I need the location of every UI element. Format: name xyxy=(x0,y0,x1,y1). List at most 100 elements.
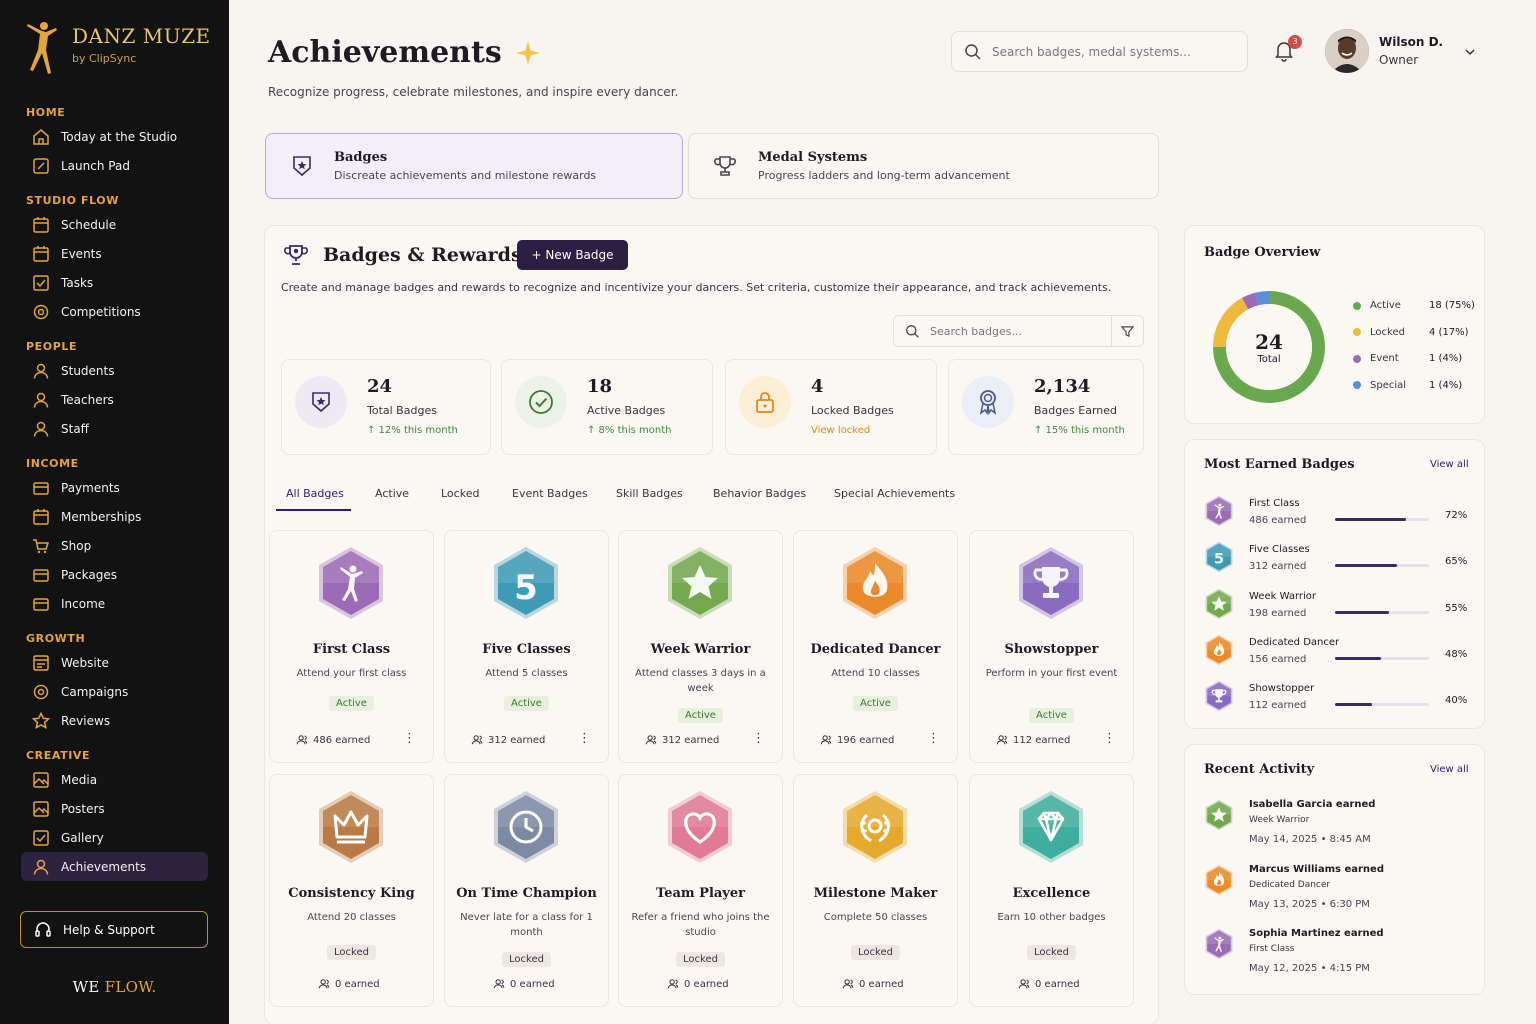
sidebar-item-website[interactable]: Website xyxy=(21,648,208,677)
badge-card-consistency-king[interactable]: Consistency King Attend 20 classes Locke… xyxy=(269,774,434,1007)
sidebar-item-tasks[interactable]: Tasks xyxy=(21,268,208,297)
badge-card-first-class[interactable]: First Class Attend your first class Acti… xyxy=(269,530,434,763)
filter-tab-all[interactable]: All Badges xyxy=(286,487,344,500)
sidebar-item-achievements[interactable]: Achievements xyxy=(21,852,208,881)
activity-item[interactable]: Sophia Martinez earned First Class May 1… xyxy=(1203,928,1473,988)
most-earned-percent: 40% xyxy=(1445,695,1468,707)
sidebar-item-teachers[interactable]: Teachers xyxy=(21,385,208,414)
most-earned-row[interactable]: Dedicated Dancer 156 earned 48% xyxy=(1203,634,1473,674)
badge-card-five-classes[interactable]: 5 Five Classes Attend 5 classes Active 3… xyxy=(444,530,609,763)
stat-total-label: Total Badges xyxy=(367,404,437,417)
sidebar-item-staff[interactable]: Staff xyxy=(21,414,208,443)
earned-text: 312 earned xyxy=(488,734,546,746)
badge-name: Consistency King xyxy=(288,886,415,901)
more-options-icon[interactable]: ⋮ xyxy=(927,732,940,745)
most-earned-name: Week Warrior xyxy=(1249,590,1317,602)
sidebar-item-schedule[interactable]: Schedule xyxy=(21,210,208,239)
tab-badges[interactable]: Badges Discreate achievements and milesto… xyxy=(265,133,683,199)
user-icon xyxy=(33,421,49,437)
sidebar-item-label: Shop xyxy=(61,538,92,553)
notifications-button[interactable]: 3 xyxy=(1274,35,1302,62)
sidebar-item-students[interactable]: Students xyxy=(21,356,208,385)
badge-earned-count: 486 earned xyxy=(296,734,370,746)
badge-status-pill: Locked xyxy=(970,940,1133,960)
sidebar-item-income[interactable]: Income xyxy=(21,589,208,618)
stat-active-badges: 18 Active Badges ↑ 8% this month xyxy=(501,359,713,455)
badge-card-week-warrior[interactable]: Week Warrior Attend classes 3 days in a … xyxy=(618,530,783,763)
wallet-icon xyxy=(33,597,49,611)
sidebar-item-label: Payments xyxy=(61,480,120,495)
sidebar-item-events[interactable]: Events xyxy=(21,239,208,268)
sidebar-item-reviews[interactable]: Reviews xyxy=(21,706,208,735)
most-earned-view-all[interactable]: View all xyxy=(1430,459,1469,470)
badge-card-excellence[interactable]: Excellence Earn 10 other badges Locked 0… xyxy=(969,774,1134,1007)
nav-section-income: INCOME xyxy=(26,457,79,470)
badge-card-on-time-champion[interactable]: On Time Champion Never late for a class … xyxy=(444,774,609,1007)
activity-item[interactable]: Marcus Williams earned Dedicated Dancer … xyxy=(1203,864,1473,924)
most-earned-count: 112 earned xyxy=(1249,700,1307,712)
badge-card-milestone-maker[interactable]: Milestone Maker Complete 50 classes Lock… xyxy=(793,774,958,1007)
brand-logo[interactable]: DANZ MUZE by ClipSync xyxy=(24,20,211,78)
sidebar-item-memberships[interactable]: Memberships xyxy=(21,502,208,531)
most-earned-percent: 55% xyxy=(1445,602,1468,614)
sidebar-item-shop[interactable]: Shop xyxy=(21,531,208,560)
more-options-icon[interactable]: ⋮ xyxy=(752,732,765,745)
filter-tab-locked[interactable]: Locked xyxy=(441,487,479,500)
more-options-icon[interactable]: ⋮ xyxy=(578,732,591,745)
badge-description: Complete 50 classes xyxy=(823,912,928,923)
more-options-icon[interactable]: ⋮ xyxy=(1103,732,1116,745)
filter-tab-special[interactable]: Special Achievements xyxy=(834,487,955,500)
sidebar-item-competitions[interactable]: Competitions xyxy=(21,297,208,326)
we-flow-a: WE xyxy=(72,978,100,996)
filter-tab-event[interactable]: Event Badges xyxy=(512,487,588,500)
help-support-button[interactable]: Help & Support xyxy=(20,911,208,948)
badge-card-dedicated-dancer[interactable]: Dedicated Dancer Attend 10 classes Activ… xyxy=(793,530,958,763)
search-icon xyxy=(965,43,981,60)
most-earned-percent: 72% xyxy=(1445,510,1468,521)
more-options-icon[interactable]: ⋮ xyxy=(403,732,416,745)
global-search-input[interactable]: Search badges, medal systems... xyxy=(951,31,1248,72)
recent-view-all[interactable]: View all xyxy=(1430,764,1469,775)
most-earned-row[interactable]: Showstopper 112 earned 40% xyxy=(1203,680,1473,720)
most-earned-row[interactable]: 5 Five Classes 312 earned 65% xyxy=(1203,541,1473,581)
most-earned-row[interactable]: Week Warrior 198 earned 55% xyxy=(1203,588,1473,628)
badge-card-team-player[interactable]: Team Player Refer a friend who joins the… xyxy=(618,774,783,1007)
sidebar-item-label: Gallery xyxy=(61,830,104,845)
badge-description: Earn 10 other badges xyxy=(997,912,1106,923)
sidebar-item-media[interactable]: Media xyxy=(21,765,208,794)
sidebar-item-label: Staff xyxy=(61,421,89,436)
badge-description: Attend 10 classes xyxy=(831,668,920,679)
activity-item[interactable]: Isabella Garcia earned Week Warrior May … xyxy=(1203,799,1473,859)
new-badge-button[interactable]: + New Badge xyxy=(517,240,628,270)
sidebar-item-packages[interactable]: Packages xyxy=(21,560,208,589)
most-earned-progress xyxy=(1335,703,1429,707)
filter-tab-skill[interactable]: Skill Badges xyxy=(616,487,683,500)
stat-locked-badges: 4 Locked Badges View locked xyxy=(725,359,937,455)
dancer-icon xyxy=(1205,495,1233,527)
filter-tab-active[interactable]: Active xyxy=(375,487,409,500)
most-earned-row[interactable]: First Class 486 earned 72% xyxy=(1203,495,1473,535)
nav-gap xyxy=(0,735,229,747)
badge-emblem xyxy=(1013,545,1089,621)
filter-tab-behavior[interactable]: Behavior Badges xyxy=(713,487,806,500)
badge-description: Attend classes 3 days in a week xyxy=(635,668,766,694)
user-menu-chevron[interactable] xyxy=(1464,46,1476,58)
most-earned-badge: 5 xyxy=(1203,541,1235,573)
tab-medal-systems[interactable]: Medal Systems Progress ladders and long-t… xyxy=(688,133,1159,199)
donut-total-value: 24 xyxy=(1255,330,1283,354)
badge-card-showstopper[interactable]: Showstopper Perform in your first event … xyxy=(969,530,1134,763)
badge-search-input[interactable]: Search badges... xyxy=(893,315,1144,347)
sidebar-item-campaigns[interactable]: Campaigns xyxy=(21,677,208,706)
sidebar-item-today-at-the-studio[interactable]: Today at the Studio xyxy=(21,122,208,151)
sidebar-item-launch-pad[interactable]: Launch Pad xyxy=(21,151,208,180)
sidebar-item-gallery[interactable]: Gallery xyxy=(21,823,208,852)
sidebar-item-posters[interactable]: Posters xyxy=(21,794,208,823)
user-avatar[interactable] xyxy=(1325,29,1369,73)
badge-description: Perform in your first event xyxy=(985,668,1118,679)
global-search-placeholder: Search badges, medal systems... xyxy=(992,44,1191,59)
sidebar-item-payments[interactable]: Payments xyxy=(21,473,208,502)
filter-button[interactable] xyxy=(1111,316,1143,346)
view-locked-link[interactable]: View locked xyxy=(811,425,870,436)
badge-emblem xyxy=(1013,789,1089,865)
most-earned-progress xyxy=(1335,564,1429,568)
